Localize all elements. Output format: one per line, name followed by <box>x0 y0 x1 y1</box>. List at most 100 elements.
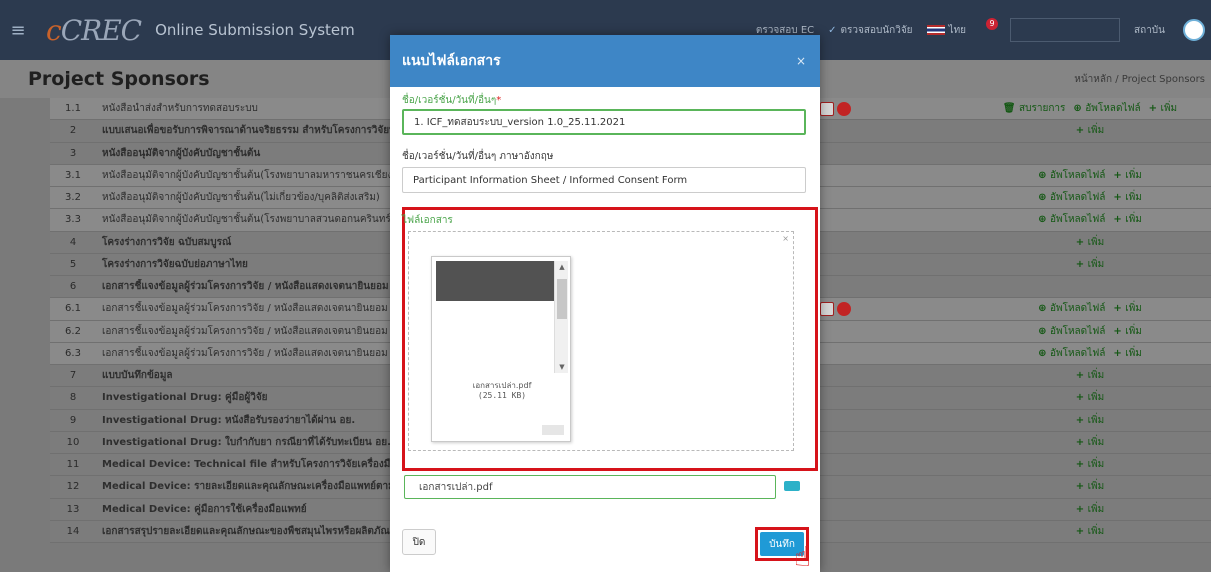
list-items-icon: 🗑 <box>1002 103 1020 115</box>
upload-file-button[interactable]: ⊕ อัพโหลดไฟล์ <box>1038 301 1105 316</box>
row-actions: + เพิ่ม <box>980 479 1200 494</box>
add-button[interactable]: + เพิ่ม <box>1113 346 1141 361</box>
delete-file-icon[interactable] <box>837 101 851 116</box>
language-label: ไทย <box>948 24 967 36</box>
add-button[interactable]: + เพิ่ม <box>1076 435 1104 450</box>
upload-file-icon: ⊕ <box>1038 192 1050 204</box>
add-button[interactable]: + เพิ่ม <box>1113 212 1141 227</box>
user-avatar[interactable] <box>1183 19 1205 41</box>
row-number: 14 <box>66 525 80 537</box>
upload-file-label: อัพโหลดไฟล์ <box>1049 192 1106 204</box>
upload-file-label: อัพโหลดไฟล์ <box>1049 303 1106 315</box>
add-button[interactable]: + เพิ่ม <box>1113 301 1141 316</box>
add-button[interactable]: + เพิ่ม <box>1076 524 1104 539</box>
row-number: 6.2 <box>65 325 81 337</box>
add-button[interactable]: + เพิ่ม <box>1076 235 1104 250</box>
add-button[interactable]: + เพิ่ม <box>1076 479 1104 494</box>
upload-file-label: อัพโหลดไฟล์ <box>1049 347 1106 359</box>
add-button[interactable]: + เพิ่ม <box>1076 390 1104 405</box>
upload-file-button[interactable]: ⊕ อัพโหลดไฟล์ <box>1038 346 1105 361</box>
browse-file-button[interactable] <box>784 481 800 491</box>
dropzone-close-icon[interactable]: × <box>782 234 789 243</box>
row-actions: ⊕ อัพโหลดไฟล์ + เพิ่ม <box>980 346 1200 361</box>
row-actions: ⊕ อัพโหลดไฟล์ + เพิ่ม <box>980 190 1200 205</box>
row-actions: + เพิ่ม <box>980 123 1200 138</box>
attach-file-modal: แนบไฟล์เอกสาร × ชื่อ/เวอร์ชั่น/วันที่/อื… <box>390 35 820 572</box>
upload-file-label: อัพโหลดไฟล์ <box>1049 214 1106 226</box>
add-label: เพิ่ม <box>1087 481 1105 493</box>
upload-file-label: อัพโหลดไฟล์ <box>1049 325 1106 337</box>
menu-icon[interactable]: ≡ <box>0 20 36 41</box>
name-field-label-text: ชื่อ/เวอร์ชั่น/วันที่/อื่นๆ <box>402 95 497 106</box>
delete-file-icon[interactable] <box>837 301 851 316</box>
upload-file-icon: ⊕ <box>1038 303 1050 315</box>
add-label: เพิ่ม <box>1125 303 1142 315</box>
row-actions: ⊕ อัพโหลดไฟล์ + เพิ่ม <box>980 212 1200 227</box>
upload-file-button[interactable]: ⊕ อัพโหลดไฟล์ <box>1038 190 1105 205</box>
row-actions: ⊕ อัพโหลดไฟล์ + เพิ่ม <box>980 168 1200 183</box>
add-button[interactable]: + เพิ่ม <box>1113 190 1141 205</box>
user-name[interactable]: สถาบัน <box>1134 23 1165 38</box>
add-label: เพิ่ม <box>1087 236 1105 248</box>
name-input[interactable]: 1. ICF_ทดสอบระบบ_version 1.0_25.11.2021 <box>402 109 806 135</box>
add-label: เพิ่ม <box>1087 370 1105 382</box>
preview-remove-button[interactable] <box>542 425 564 435</box>
notification-bell-icon[interactable]: 9 <box>980 18 999 38</box>
add-button[interactable]: + เพิ่ม <box>1076 502 1104 517</box>
file-name-input[interactable]: เอกสารเปล่า.pdf <box>404 475 776 499</box>
add-button[interactable]: + เพิ่ม <box>1076 123 1104 138</box>
modal-close-icon[interactable]: × <box>796 54 806 68</box>
hand-cursor-icon: ☝ <box>794 540 812 572</box>
file-dropzone[interactable]: × ▲ ▼ เอกสารเปล่า.pdf (25.11 KB) <box>408 231 794 451</box>
row-number: 6.3 <box>65 347 81 359</box>
upload-file-label: อัพโหลดไฟล์ <box>1049 169 1106 181</box>
upload-file-button[interactable]: ⊕ อัพโหลดไฟล์ <box>1038 324 1105 339</box>
list-items-label: สบรายการ <box>1019 103 1066 115</box>
scroll-up-icon[interactable]: ▲ <box>555 263 568 271</box>
row-number: 3 <box>69 147 77 159</box>
add-icon: + <box>1075 459 1088 471</box>
language-switch[interactable]: ไทย <box>926 23 967 38</box>
row-number: 7 <box>69 370 77 382</box>
upload-file-icon: ⊕ <box>1038 325 1050 337</box>
add-button[interactable]: + เพิ่ม <box>1076 457 1104 472</box>
add-button[interactable]: + เพิ่ม <box>1113 324 1141 339</box>
pdf-file-icon[interactable] <box>820 301 834 316</box>
upload-file-label: อัพโหลดไฟล์ <box>1085 103 1141 115</box>
required-mark: * <box>496 95 502 106</box>
row-actions: ⊕ อัพโหลดไฟล์ + เพิ่ม <box>980 324 1200 339</box>
add-button[interactable]: + เพิ่ม <box>1149 101 1177 116</box>
add-icon: + <box>1075 392 1088 404</box>
add-icon: + <box>1113 169 1126 181</box>
thumbnail-scrollbar[interactable]: ▲ ▼ <box>554 261 568 373</box>
add-button[interactable]: + เพิ่ม <box>1076 257 1104 272</box>
add-icon: + <box>1075 481 1088 493</box>
nav-search-box[interactable] <box>1010 18 1121 42</box>
add-button[interactable]: + เพิ่ม <box>1113 168 1141 183</box>
nav-link-researcher[interactable]: ✓ ตรวจสอบนักวิจัย <box>828 23 912 38</box>
upload-file-button[interactable]: ⊕ อัพโหลดไฟล์ <box>1038 168 1105 183</box>
preview-filesize: (25.11 KB) <box>477 391 527 400</box>
thai-flag-icon <box>926 24 945 35</box>
add-icon: + <box>1075 525 1088 537</box>
row-actions: + เพิ่ม <box>980 502 1200 517</box>
add-button[interactable]: + เพิ่ม <box>1076 368 1104 383</box>
file-field-label: ไฟล์เอกสาร <box>402 215 453 226</box>
scroll-down-icon[interactable]: ▼ <box>555 363 568 371</box>
name-en-input[interactable]: Participant Information Sheet / Informed… <box>402 167 806 193</box>
row-actions: + เพิ่ม <box>980 457 1200 472</box>
add-icon: + <box>1113 214 1126 226</box>
upload-file-button[interactable]: ⊕ อัพโหลดไฟล์ <box>1038 212 1105 227</box>
list-items-button[interactable]: 🗑 สบรายการ <box>1003 101 1066 116</box>
breadcrumb[interactable]: หน้าหลัก / Project Sponsors <box>1074 72 1205 87</box>
add-button[interactable]: + เพิ่ม <box>1076 413 1104 428</box>
upload-file-icon: ⊕ <box>1073 103 1086 115</box>
upload-file-button[interactable]: ⊕ อัพโหลดไฟล์ <box>1073 101 1140 116</box>
close-button[interactable]: ปิด <box>402 529 436 555</box>
add-label: เพิ่ม <box>1125 325 1142 337</box>
add-label: เพิ่ม <box>1087 392 1105 404</box>
add-label: เพิ่ม <box>1087 503 1105 515</box>
pdf-file-icon[interactable] <box>820 101 834 116</box>
scroll-knob[interactable] <box>557 279 567 319</box>
name-en-field-label: ชื่อ/เวอร์ชั่น/วันที่/อื่นๆ ภาษาอังกฤษ <box>402 151 554 162</box>
